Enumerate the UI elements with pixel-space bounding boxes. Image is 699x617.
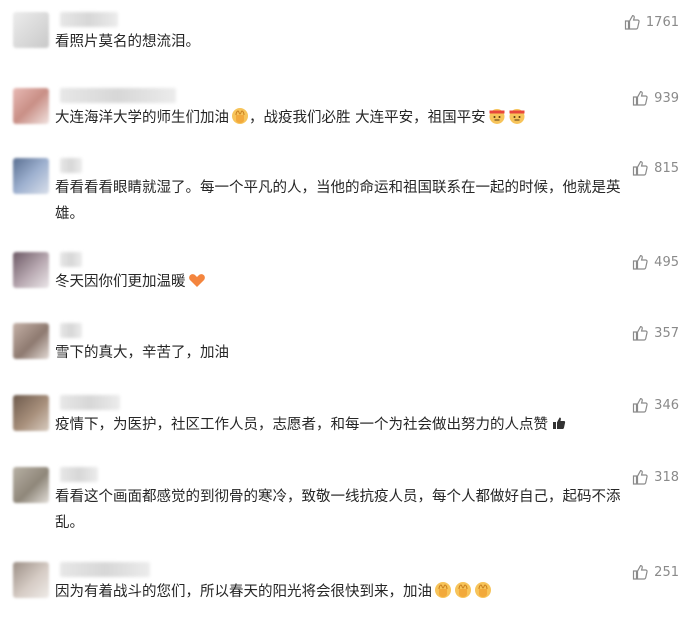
like-count: 939 — [654, 90, 679, 106]
avatar[interactable] — [13, 395, 49, 431]
like-count: 318 — [654, 469, 679, 485]
comment-text-part: 因为有着战斗的您们，所以春天的阳光将会很快到来，加油 — [55, 584, 432, 600]
like-button[interactable]: 318 — [632, 469, 679, 485]
fist-emoji — [474, 581, 492, 599]
comment-text: 雪下的真大，辛苦了，加油 — [55, 345, 229, 361]
avatar[interactable] — [13, 323, 49, 359]
like-button[interactable]: 495 — [632, 254, 679, 270]
like-count: 357 — [654, 325, 679, 341]
username-blurred[interactable] — [60, 88, 176, 103]
avatar[interactable] — [13, 562, 49, 598]
fist-emoji — [231, 107, 249, 125]
avatar[interactable] — [13, 252, 49, 288]
avatar[interactable] — [13, 467, 49, 503]
comment-text-part: 疫情下，为医护，社区工作人员，志愿者，和每一个为社会做出努力的人点赞 — [55, 417, 548, 433]
comment-text-part: 大连海洋大学的师生们加油 — [55, 110, 229, 126]
thumbs-up-icon — [633, 160, 648, 176]
username-blurred[interactable] — [60, 323, 82, 338]
comment-text: 大连海洋大学的师生们加油 ，战疫我们必胜 大连平安，祖国平安 — [55, 105, 645, 131]
like-button[interactable]: 346 — [632, 397, 679, 413]
username-blurred[interactable] — [60, 467, 98, 482]
comment-text-part: 冬天因你们更加温暖 — [55, 274, 186, 290]
thumbs-up-hand-emoji — [550, 414, 568, 432]
like-count: 346 — [654, 397, 679, 413]
username-blurred[interactable] — [60, 562, 150, 577]
fighting-face-emoji — [488, 107, 506, 125]
thumbs-up-icon — [633, 469, 648, 485]
comment-text: 看看这个画面都感觉的到彻骨的寒冷，致敬一线抗疫人员，每个人都做好自己，起码不添乱… — [55, 489, 621, 531]
thumbs-up-icon — [633, 325, 648, 341]
like-button[interactable]: 815 — [632, 160, 679, 176]
comment-text: 看照片莫名的想流泪。 — [55, 34, 200, 50]
thumbs-up-icon — [633, 564, 648, 580]
like-button[interactable]: 357 — [632, 325, 679, 341]
comment-text: 冬天因你们更加温暖 — [55, 269, 645, 295]
avatar[interactable] — [13, 88, 49, 124]
like-count: 1761 — [645, 14, 679, 30]
thumbs-up-icon — [633, 397, 648, 413]
like-count: 251 — [654, 564, 679, 580]
comment-text: 看看看看眼睛就湿了。每一个平凡的人，当他的命运和祖国联系在一起的时候，他就是英雄… — [55, 180, 621, 222]
avatar[interactable] — [13, 12, 49, 48]
fist-emoji — [454, 581, 472, 599]
username-blurred[interactable] — [60, 158, 82, 173]
thumbs-up-icon — [633, 90, 648, 106]
avatar[interactable] — [13, 158, 49, 194]
like-count: 815 — [654, 160, 679, 176]
username-blurred[interactable] — [60, 252, 82, 267]
comment-text: 因为有着战斗的您们，所以春天的阳光将会很快到来，加油 — [55, 579, 645, 605]
fist-emoji — [434, 581, 452, 599]
like-count: 495 — [654, 254, 679, 270]
comment-text: 疫情下，为医护，社区工作人员，志愿者，和每一个为社会做出努力的人点赞 — [55, 412, 645, 438]
like-button[interactable]: 251 — [632, 564, 679, 580]
thumbs-up-icon — [624, 14, 640, 30]
heart-emoji — [188, 271, 206, 289]
username-blurred[interactable] — [60, 12, 118, 27]
like-button[interactable]: 939 — [632, 90, 679, 106]
username-blurred[interactable] — [60, 395, 120, 410]
comment-text-part: ，战疫我们必胜 大连平安，祖国平安 — [249, 110, 486, 126]
fighting-face-emoji — [508, 107, 526, 125]
thumbs-up-icon — [633, 254, 648, 270]
like-button[interactable]: 1761 — [624, 14, 679, 30]
